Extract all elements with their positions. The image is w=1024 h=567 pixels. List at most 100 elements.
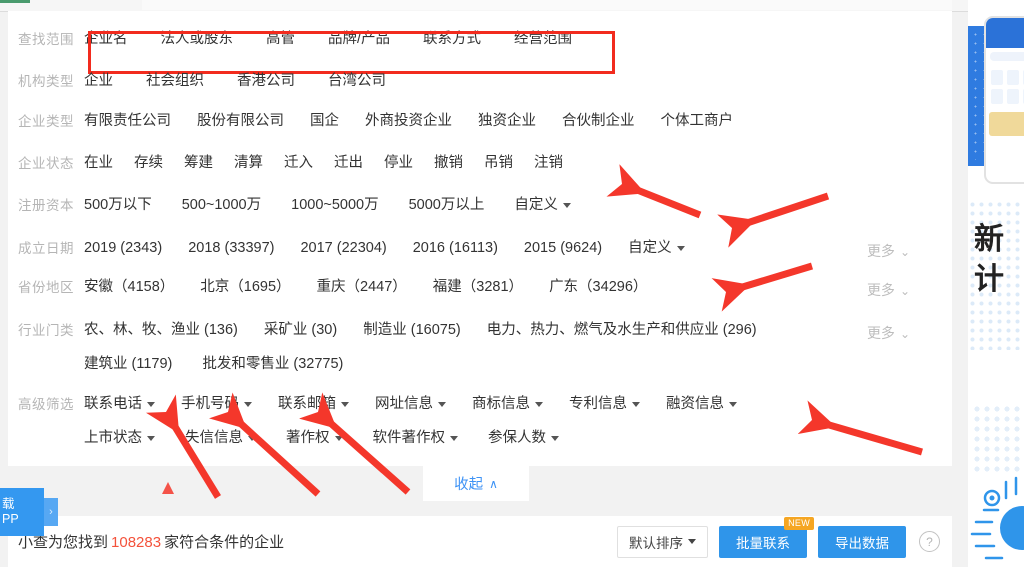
filter-option-brand-product[interactable]: 品牌/产品 [328,29,390,49]
filter-row-registered-capital: 注册资本 500万以下 500~1000万 1000~5000万 5000万以上… [8,195,962,215]
download-app-collapse-arrow[interactable]: › [44,498,58,526]
filter-option-capital-10m-50m[interactable]: 1000~5000万 [291,195,378,215]
download-app-line2: PP [2,512,19,526]
filter-option-individual[interactable]: 个体工商户 [661,111,734,131]
filter-option-province-fujian[interactable]: 福建（3281） [433,277,523,297]
filter-row-advanced: 高级筛选 联系电话 手机号码 联系邮箱 网址信息 商标信息 专利信息 融资信息 [8,394,962,448]
filter-option-move-in[interactable]: 迁入 [284,153,313,173]
filter-option-year-2018[interactable]: 2018 (33397) [188,238,274,258]
chevron-down-icon [244,401,252,407]
chevron-down-icon [632,401,640,407]
chevron-down-icon [688,539,696,544]
filter-option-liquidation[interactable]: 清算 [234,153,263,173]
filter-option-capital-5m-10m[interactable]: 500~1000万 [182,195,261,215]
filter-option-sole-funded[interactable]: 独资企业 [478,111,536,131]
filter-row-label: 企业类型 [18,114,74,129]
filter-option-industry-manufacturing[interactable]: 制造业 (16075) [363,320,461,340]
results-prefix: 小查为您找到 [18,534,109,551]
advanced-filter-label: 联系电话 [84,396,142,412]
filter-row-label: 机构类型 [18,74,74,89]
advanced-filter-patent[interactable]: 专利信息 [569,394,640,414]
filter-option-year-2019[interactable]: 2019 (2343) [84,238,162,258]
filter-option-province-guangdong[interactable]: 广东（34296） [549,277,647,297]
filter-option-year-2015[interactable]: 2015 (9624) [524,238,602,258]
filter-options-line2: 建筑业 (1179) 批发和零售业 (32775) [84,354,962,374]
more-label: 更多 [866,282,895,298]
more-link-industry[interactable]: 更多 ⌄ [867,323,910,343]
more-label: 更多 [866,325,895,341]
filter-option-llc[interactable]: 有限责任公司 [84,111,171,131]
filter-option-legal-person[interactable]: 法人或股东 [161,29,234,49]
filter-option-province-anhui[interactable]: 安徽（4158） [84,277,174,297]
collapse-filters-button[interactable]: 收起 ∧ [423,466,529,501]
filter-option-capital-over-50m[interactable]: 5000万以上 [409,195,485,215]
filter-row-label: 成立日期 [18,241,74,256]
filter-option-capital-under-5m[interactable]: 500万以下 [84,195,152,215]
more-link-founded-date[interactable]: 更多 ⌄ [867,241,910,261]
filter-option-hk-company[interactable]: 香港公司 [237,71,295,91]
filter-option-year-2017[interactable]: 2017 (22304) [300,238,386,258]
filter-option-contact[interactable]: 联系方式 [423,29,481,49]
filter-option-industry-mining[interactable]: 采矿业 (30) [264,320,337,340]
news-banner-ad[interactable]: 新 计 [968,196,1024,356]
advanced-filter-trademark[interactable]: 商标信息 [472,394,543,414]
filter-option-subsisting[interactable]: 存续 [134,153,163,173]
filter-option-capital-custom[interactable]: 自定义 [514,195,571,215]
advanced-filter-label: 商标信息 [472,396,530,412]
filter-option-move-out[interactable]: 迁出 [334,153,363,173]
bulk-contact-button[interactable]: 批量联系 NEW [719,516,814,558]
help-icon[interactable]: ? [919,531,940,552]
filter-option-executives[interactable]: 高管 [266,29,295,49]
filter-option-province-chongqing[interactable]: 重庆（2447） [317,277,407,297]
advanced-filters-line2: 上市状态 失信信息 著作权 软件著作权 参保人数 [84,428,962,448]
filter-option-deregistered[interactable]: 注销 [534,153,563,173]
advanced-filter-website[interactable]: 网址信息 [375,394,446,414]
download-app-tab[interactable]: 载 PP [0,488,44,536]
advanced-filter-dishonesty[interactable]: 失信信息 [185,428,256,448]
export-data-button[interactable]: 导出数据 [818,525,906,558]
filter-option-business-scope[interactable]: 经营范围 [514,29,572,49]
filter-options: 2019 (2343) 2018 (33397) 2017 (22304) 20… [84,238,962,258]
advanced-filter-insured-count[interactable]: 参保人数 [488,428,559,448]
advanced-filter-listing-status[interactable]: 上市状态 [84,428,155,448]
advanced-filter-mobile[interactable]: 手机号码 [181,394,252,414]
advanced-filter-financing[interactable]: 融资信息 [666,394,737,414]
filter-option-license-revoked[interactable]: 吊销 [484,153,513,173]
chevron-down-icon: ⌄ [899,245,910,259]
filter-option-industry-agriculture[interactable]: 农、林、牧、渔业 (136) [84,320,238,340]
filter-option-industry-wholesale[interactable]: 批发和零售业 (32775) [202,354,343,374]
filter-option-state-owned[interactable]: 国企 [310,111,339,131]
filter-option-year-2016[interactable]: 2016 (16113) [413,238,498,258]
filter-option-industry-utilities[interactable]: 电力、热力、燃气及水生产和供应业 (296) [487,320,757,340]
filter-option-industry-construction[interactable]: 建筑业 (1179) [84,354,172,374]
filter-option-social-org[interactable]: 社会组织 [146,71,204,91]
phone-search-bar [990,52,1024,61]
filter-option-partnership[interactable]: 合伙制企业 [562,111,635,131]
filter-option-tw-company[interactable]: 台湾公司 [328,71,386,91]
chevron-down-icon [535,401,543,407]
filter-option-suspended[interactable]: 停业 [384,153,413,173]
filter-option-company-name[interactable]: 企业名 [84,29,128,49]
filter-option-preparing[interactable]: 筹建 [184,153,213,173]
filter-option-enterprise[interactable]: 企业 [84,71,113,91]
filter-row-enterprise-status: 企业状态 在业 存续 筹建 清算 迁入 迁出 停业 撤销 吊销 注销 [8,153,962,173]
advanced-filter-email[interactable]: 联系邮箱 [278,394,349,414]
filter-option-province-beijing[interactable]: 北京（1695） [200,277,290,297]
advanced-filter-copyright[interactable]: 著作权 [286,428,343,448]
chevron-down-icon: ⌄ [899,284,910,298]
more-link-province[interactable]: 更多 ⌄ [867,280,910,300]
app-promo-ad[interactable] [968,6,1024,188]
filter-option-foreign-invest[interactable]: 外商投资企业 [365,111,452,131]
banner-char-1: 新 [974,222,1004,257]
filter-option-revoked[interactable]: 撤销 [434,153,463,173]
filter-option-operating[interactable]: 在业 [84,153,113,173]
chevron-down-icon [147,401,155,407]
capital-custom-label: 自定义 [514,197,558,213]
sort-dropdown[interactable]: 默认排序 [617,525,708,558]
filter-option-date-custom[interactable]: 自定义 [628,238,685,258]
phone-card-graphic [989,112,1024,136]
phone-grid-icon [991,70,1003,85]
advanced-filter-software-copyright[interactable]: 软件著作权 [373,428,458,448]
advanced-filter-phone[interactable]: 联系电话 [84,394,155,414]
filter-option-joint-stock[interactable]: 股份有限公司 [197,111,284,131]
